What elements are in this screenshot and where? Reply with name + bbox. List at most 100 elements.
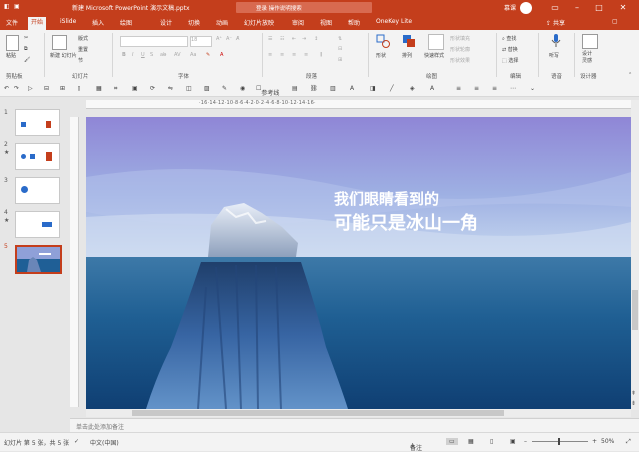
autosave-icon[interactable]: ◧ [4,3,10,10]
collapse-ribbon-icon[interactable]: ⌃ [628,72,632,78]
slide-thumbnail-1[interactable] [15,109,60,136]
tab-home[interactable]: 开始 [28,17,47,30]
bold-icon[interactable]: B [122,52,126,58]
underline-icon[interactable]: U [141,52,145,58]
zoom-in-icon[interactable]: + [592,438,597,445]
scroll-thumb[interactable] [132,410,504,416]
share-button[interactable]: ⇪ 共享 [546,18,565,27]
shapes-label[interactable]: 形状 [376,52,386,59]
text-box-icon[interactable]: A [350,85,354,92]
rotate-icon[interactable]: ⟳ [150,85,155,92]
horizontal-scrollbar[interactable] [86,409,631,417]
align-left-icon[interactable]: ≡ [268,52,272,58]
eye-icon[interactable]: ◉ [240,85,245,92]
tab-transitions[interactable]: 切换 [188,18,200,27]
layout-button[interactable]: 版式 [78,35,88,42]
prev-slide-icon[interactable]: ⇞ [631,390,636,397]
tab-help[interactable]: 帮助 [348,18,360,27]
spacing-icon[interactable]: AV [174,52,181,58]
cut-icon[interactable]: ✂ [24,35,28,41]
highlight-icon[interactable]: ✎ [206,52,210,58]
spellcheck-icon[interactable]: ✓ [74,438,79,445]
italic-icon[interactable]: I [132,52,133,58]
align-icon[interactable]: ⊞ [60,85,65,92]
zoom-slider-thumb[interactable] [558,438,560,445]
language-indicator[interactable]: 中文(中国) [90,438,119,447]
tab-view[interactable]: 视图 [320,18,332,27]
reset-button[interactable]: 重置 [78,46,88,53]
quick-styles-label[interactable]: 快速样式 [424,52,444,59]
slide-thumbnail-2[interactable] [15,143,60,170]
select-button[interactable]: ⬚ 选择 [502,57,518,64]
align-center-icon[interactable]: ≡ [474,85,479,92]
fill-icon[interactable]: ◨ [370,85,376,92]
horizontal-ruler[interactable]: ·16·14·12·10·8·6·4·2·0·2·4·6·8·10·12·14·… [86,100,631,109]
replace-button[interactable]: ⇄ 替换 [502,46,518,53]
reading-view-icon[interactable]: ▯ [490,438,493,445]
avatar[interactable] [520,2,532,14]
change-case-icon[interactable]: Aa [190,52,196,58]
group-icon[interactable]: ▦ [96,85,102,92]
zoom-slider[interactable] [532,438,588,445]
slide-thumbnail-3[interactable] [15,177,60,204]
distribute-icon[interactable]: ⫾ [78,85,80,93]
new-slide-label[interactable]: 新建 幻灯片 [50,52,77,59]
clear-format-icon[interactable]: A̸ [236,36,239,42]
slide-text-line-1[interactable]: 我们眼睛看到的 [334,188,439,209]
align-text-icon[interactable]: ⊟ [338,46,342,52]
font-color-icon[interactable]: A [220,52,223,58]
tab-animations[interactable]: 动画 [216,18,228,27]
dictate-label[interactable]: 听写 [549,52,559,59]
line-spacing-icon[interactable]: ↕ [314,36,318,42]
format-icon[interactable]: ⊟ [44,85,49,92]
crop-icon[interactable]: ⌗ [114,85,117,93]
layer-icon[interactable]: ◫ [186,85,192,92]
zoom-out-icon[interactable]: – [524,438,527,445]
align-center-icon[interactable]: ≡ [280,52,284,58]
reference-line-checkbox[interactable]: ☐ 参考线 [256,85,279,97]
tab-insert[interactable]: 插入 [92,18,104,27]
text-direction-icon[interactable]: ⇅ [338,36,342,42]
tab-draw[interactable]: 绘图 [120,18,132,27]
format-painter-icon[interactable]: 🖌 [24,57,30,63]
font-color-icon[interactable]: A [430,85,434,92]
paste-icon[interactable] [6,35,19,51]
bullets-icon[interactable]: ☰ [268,36,272,42]
redo-icon[interactable]: ↷ [14,85,19,92]
align-left-icon[interactable]: ≡ [456,85,461,92]
decrease-font-icon[interactable]: A⁻ [226,36,232,42]
tab-design[interactable]: 设计 [160,18,172,27]
slide-thumbnail-5[interactable] [15,245,62,274]
microphone-icon[interactable] [551,34,561,48]
comments-icon[interactable]: ▢ [612,18,618,25]
arrange-icon[interactable] [402,34,416,48]
designer-icon[interactable] [582,34,598,49]
vertical-ruler[interactable] [70,117,79,407]
find-button[interactable]: ⌕ 查找 [502,35,516,42]
increase-indent-icon[interactable]: ⇥ [302,36,306,42]
quick-styles-icon[interactable] [428,34,444,50]
align-right-icon[interactable]: ≡ [292,52,296,58]
next-slide-icon[interactable]: ⇟ [631,400,636,407]
brush-icon[interactable]: ✎ [222,85,227,92]
save-icon[interactable]: ▣ [14,3,20,10]
minimize-icon[interactable]: – [570,1,584,14]
notes-pane[interactable]: 单击此处添加备注 [70,418,639,433]
strikethrough-icon[interactable]: ab̶ [160,52,166,58]
slide-text-line-2[interactable]: 可能只是冰山一角 [334,209,478,235]
ribbon-options-icon[interactable]: ▭ [548,1,562,14]
scroll-thumb[interactable] [632,290,638,330]
customize-qat-icon[interactable]: ⌄ [530,85,535,92]
slide-thumbnail-4[interactable] [15,211,60,238]
shape-effects-button[interactable]: 形状效果 [450,57,470,64]
picture-icon[interactable]: ▨ [204,85,210,92]
undo-icon[interactable]: ↶ [4,85,9,92]
tab-file[interactable]: 文件 [6,18,18,27]
slideshow-view-icon[interactable]: ▣ [510,438,516,445]
slide-canvas[interactable]: 我们眼睛看到的 可能只是冰山一角 [86,117,631,409]
line-icon[interactable]: ╱ [390,85,394,92]
effects-icon[interactable]: ◈ [410,85,415,92]
increase-font-icon[interactable]: A⁺ [216,36,222,42]
slide-sorter-icon[interactable]: ▦ [468,438,474,445]
copy-icon[interactable]: ⧉ [24,46,28,52]
